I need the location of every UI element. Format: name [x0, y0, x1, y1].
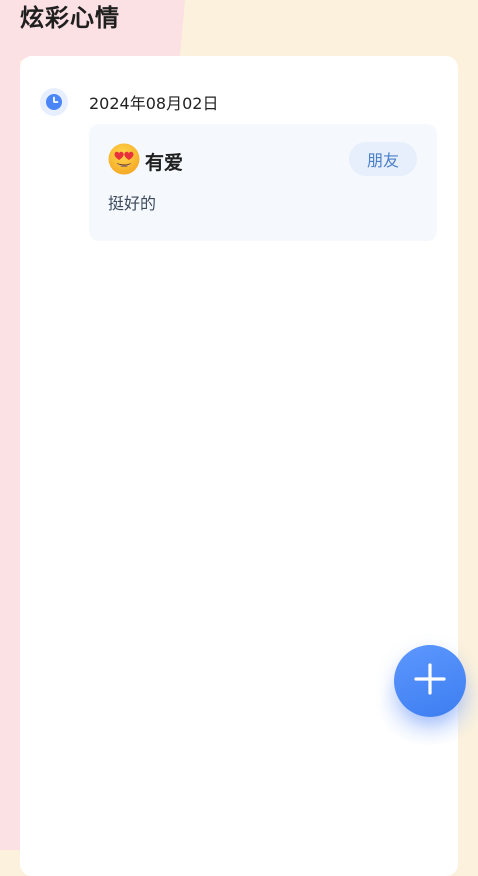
page-title: 炫彩心情: [20, 4, 120, 32]
mood-label: 有爱: [145, 151, 184, 174]
mood-row: 有爱: [107, 142, 183, 180]
mood-entry-card[interactable]: 有爱 朋友 挺好的: [89, 124, 437, 241]
add-entry-button[interactable]: [394, 645, 466, 717]
entry-date: 2024年08月02日: [89, 94, 219, 113]
heart-eyes-emoji-icon: [107, 142, 141, 180]
background-pink-strip: [0, 55, 20, 850]
plus-icon: [413, 662, 447, 700]
entry-note: 挺好的: [108, 194, 157, 213]
clock-icon: [40, 88, 68, 116]
mood-list-card: 2024年08月02日 有爱 朋友 挺好的: [20, 56, 458, 876]
category-tag: 朋友: [349, 142, 417, 176]
date-row: 2024年08月02日: [40, 88, 218, 116]
